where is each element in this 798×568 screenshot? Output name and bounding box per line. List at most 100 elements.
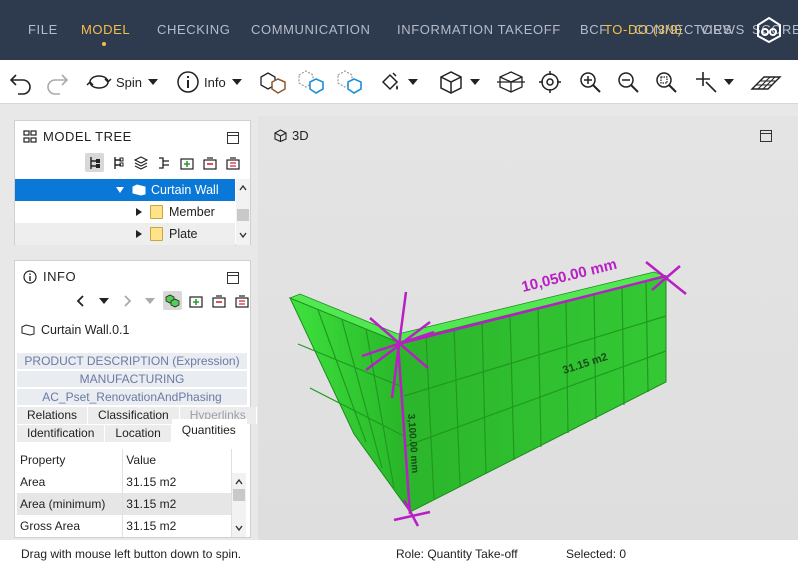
curtain-wall-model[interactable]: 10,050.00 mm 3,100.00 mm 31.15 m2 — [258, 116, 798, 540]
chevron-down-icon — [408, 79, 418, 85]
tab-views[interactable]: VIEWS — [700, 22, 745, 37]
paint-dropdown[interactable] — [378, 68, 418, 96]
show-all-button[interactable] — [258, 68, 288, 96]
model-tree-scrollbar[interactable] — [236, 179, 250, 245]
info-panel: INFO Curtain Wall.0.1 PRODUCT DESCRIPTIO… — [14, 260, 257, 538]
table-row[interactable]: Gross Area 31.15 m2 — [17, 515, 232, 537]
zoom-fit-icon — [539, 71, 561, 93]
value-cell: 31.15 m2 — [122, 471, 232, 493]
app-logo-icon[interactable] — [756, 16, 782, 44]
tree-view-type-button[interactable] — [108, 153, 127, 172]
object-type-icon — [132, 184, 146, 196]
info-forward-dropdown[interactable] — [140, 291, 159, 310]
undo-icon — [9, 74, 31, 95]
info-forward-button[interactable] — [117, 291, 136, 310]
tree-item-label: Curtain Wall — [151, 183, 219, 197]
tab-file[interactable]: FILE — [28, 22, 58, 37]
todo-indicator[interactable]: TO-DO (3/9) — [604, 22, 683, 37]
info-add-button[interactable] — [186, 291, 205, 310]
expand-arrow-icon[interactable] — [116, 187, 124, 193]
info-mode-dropdown[interactable]: Info — [176, 68, 242, 96]
scrollbar-thumb[interactable] — [233, 489, 245, 501]
redo-icon — [47, 74, 69, 95]
tab-information-takeoff[interactable]: INFORMATION TAKEOFF — [397, 22, 561, 37]
clear-icon — [225, 156, 240, 170]
spin-icon — [86, 75, 112, 89]
layers-icon — [133, 155, 148, 170]
quantities-scrollbar[interactable] — [232, 473, 246, 537]
chevron-left-icon — [76, 294, 84, 307]
isolate-button[interactable] — [296, 68, 326, 96]
tab-location[interactable]: Location — [105, 425, 172, 442]
tab-relations[interactable]: Relations — [17, 407, 89, 424]
scrollbar-thumb[interactable] — [237, 209, 249, 221]
tree-group-icon — [158, 156, 169, 169]
pset-product-description[interactable]: PRODUCT DESCRIPTION (Expression) — [17, 353, 247, 370]
tree-view-layers-button[interactable] — [131, 153, 150, 172]
scroll-down-icon[interactable] — [239, 231, 247, 239]
tab-communication[interactable]: COMMUNICATION — [251, 22, 371, 37]
scroll-down-icon[interactable] — [235, 524, 243, 532]
chevron-down-icon — [98, 297, 109, 304]
table-row[interactable]: Area 31.15 m2 — [17, 471, 232, 493]
add-green-icon — [179, 157, 194, 170]
view-cube-dropdown[interactable] — [438, 68, 480, 96]
zoom-fit-button[interactable] — [538, 68, 562, 96]
grid-plane-icon — [750, 76, 782, 90]
chevron-down-icon — [144, 297, 155, 304]
scroll-up-icon[interactable] — [239, 184, 247, 192]
zoom-selected-button[interactable] — [654, 68, 678, 96]
tree-view-group-button[interactable] — [154, 153, 173, 172]
tab-model[interactable]: MODEL — [81, 22, 130, 37]
hide-button[interactable] — [334, 68, 364, 96]
expand-arrow-icon[interactable] — [136, 230, 142, 238]
column-header-property[interactable]: Property — [17, 449, 124, 471]
info-back-button[interactable] — [71, 291, 90, 310]
model-tree-header: MODEL TREE — [23, 129, 132, 144]
tree-item-plate[interactable]: Plate — [15, 223, 235, 245]
table-row[interactable]: Area (minimum) 31.15 m2 — [17, 493, 232, 515]
expand-arrow-icon[interactable] — [136, 208, 142, 216]
zoom-in-button[interactable] — [578, 68, 602, 96]
tree-remove-button[interactable] — [200, 153, 219, 172]
redo-button[interactable] — [44, 68, 70, 96]
zoom-out-button[interactable] — [616, 68, 640, 96]
pset-renovation-phasing[interactable]: AC_Pset_RenovationAndPhasing — [17, 389, 247, 406]
spin-mode-dropdown[interactable]: Spin — [86, 68, 159, 96]
selected-object-name: Curtain Wall.0.1 — [41, 323, 130, 337]
tree-item-member[interactable]: Member — [15, 201, 235, 223]
tree-clear-button[interactable] — [223, 153, 242, 172]
model-tree-maximize-button[interactable] — [227, 132, 239, 144]
info-clear-button[interactable] — [232, 291, 251, 310]
3d-viewport[interactable]: 3D 10,050.00 mm 3,100.00 mm 31.15 m2 — [258, 116, 798, 540]
pset-manufacturing[interactable]: MANUFACTURING — [17, 371, 247, 388]
tab-quantities[interactable]: Quantities — [171, 419, 247, 443]
wall-front-face[interactable] — [397, 275, 667, 513]
tree-item-curtain-wall[interactable]: Curtain Wall — [15, 179, 235, 201]
measure-dropdown[interactable] — [694, 68, 734, 96]
undo-button[interactable] — [8, 68, 34, 96]
info-remove-button[interactable] — [209, 291, 228, 310]
model-tree-toolbar — [85, 153, 242, 172]
chevron-down-icon — [724, 79, 734, 85]
scroll-up-icon[interactable] — [235, 478, 243, 486]
tree-add-button[interactable] — [177, 153, 196, 172]
cube-icon — [440, 71, 462, 94]
tab-checking[interactable]: CHECKING — [157, 22, 230, 37]
info-highlight-button[interactable] — [163, 291, 182, 310]
property-cell: Area (minimum) — [17, 493, 124, 515]
section-box-button[interactable] — [496, 68, 526, 96]
info-maximize-button[interactable] — [227, 272, 239, 284]
tab-classification[interactable]: Classification — [88, 407, 180, 424]
zoom-selection-icon — [656, 72, 677, 93]
main-toolbar: Spin Info — [0, 60, 798, 104]
folder-icon — [150, 227, 163, 241]
info-tabs-row2: Identification Location Quantities — [17, 419, 247, 443]
chevron-down-icon — [231, 79, 242, 85]
tree-view-spatial-button[interactable] — [85, 153, 104, 172]
tab-identification[interactable]: Identification — [17, 425, 106, 442]
grid-plane-button[interactable] — [750, 68, 782, 96]
info-history-dropdown[interactable] — [94, 291, 113, 310]
column-header-value[interactable]: Value — [122, 449, 232, 471]
active-tab-indicator — [102, 42, 106, 46]
